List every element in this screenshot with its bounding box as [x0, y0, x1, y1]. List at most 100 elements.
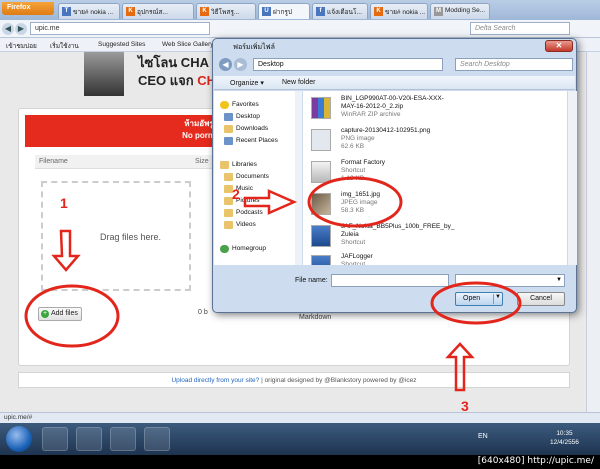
dialog-path-bar[interactable]: Desktop [253, 58, 443, 71]
nav-desktop[interactable]: Desktop [224, 113, 260, 121]
url-bar[interactable]: upic.me [30, 22, 210, 35]
library-icon [220, 161, 229, 169]
bookmark-item[interactable]: เริ่มใช้งาน [50, 41, 79, 51]
step-number-1: 1 [60, 195, 68, 211]
shortcut-icon [311, 255, 331, 265]
site-icon: K [374, 7, 383, 16]
footer-link[interactable]: Upload directly from your site? [171, 377, 259, 384]
browser-search-input[interactable]: Delta Search [470, 22, 570, 35]
add-files-button[interactable]: + Add files [38, 307, 82, 321]
file-item[interactable]: JAFLogger Shortcut [311, 253, 561, 265]
tab-4-active[interactable]: U ฝากรูป [258, 3, 310, 19]
new-folder-button[interactable]: New folder [282, 79, 315, 86]
page-footer: Upload directly from your site? | origin… [18, 372, 570, 388]
dialog-title: ฟอร์มเพิ่มไฟล์ [233, 44, 275, 51]
recent-places-icon [224, 137, 233, 145]
star-icon [220, 101, 229, 109]
tab-3[interactable]: K วิธีโพสรู... [196, 3, 256, 19]
nav-favorites[interactable]: Favorites [220, 101, 259, 109]
open-button[interactable]: Open ▼ [455, 292, 503, 306]
nav-libraries[interactable]: Libraries [220, 161, 257, 169]
desktop-screen: Firefox T ขาย# nokia ... K อุปกรณ์ส... K วิ… [0, 0, 600, 469]
browser-tab-bar: Firefox T ขาย# nokia ... K อุปกรณ์ส... K วิ… [0, 0, 600, 20]
file-item[interactable]: JAF_Nokia_BB5Plus_100b_FREE_by_ Zuleia S… [311, 223, 561, 255]
bookmark-item[interactable]: เข้าชมบ่อย [6, 41, 37, 51]
nav-pictures[interactable]: Pictures [224, 197, 259, 205]
nav-videos[interactable]: Videos [224, 221, 256, 229]
site-icon: f [316, 7, 325, 16]
step-number-3: 3 [461, 398, 469, 414]
filename-label: File name: [295, 277, 328, 284]
chevron-down-icon: ▼ [556, 277, 562, 283]
col-size: Size [195, 158, 209, 165]
explorer-icon[interactable] [76, 427, 102, 451]
shortcut-icon [311, 225, 331, 247]
file-item[interactable]: capture-20130412-102951.png PNG image 62… [311, 127, 561, 159]
banner-photo [84, 52, 124, 96]
png-file-icon [311, 129, 331, 151]
file-item[interactable]: Format Factory Shortcut 1.13 KB [311, 159, 561, 191]
file-item-img-1651[interactable]: img_1651.jpg JPEG image 58.3 KB [311, 191, 561, 223]
podcasts-icon [224, 209, 233, 217]
cancel-button[interactable]: Cancel [517, 292, 565, 306]
file-list-scrollbar[interactable] [567, 91, 577, 265]
chevron-down-icon[interactable]: ▼ [493, 294, 502, 304]
browser-nav-bar: ◀ ▶ upic.me Delta Search [0, 20, 600, 38]
nav-podcasts[interactable]: Podcasts [224, 209, 263, 217]
firefox-menu-button[interactable]: Firefox [2, 2, 54, 15]
bookmark-item[interactable]: Suggested Sites [98, 41, 145, 48]
site-icon: U [262, 7, 271, 16]
filename-input[interactable] [331, 274, 449, 287]
dialog-toolbar: Organize ▾ New folder [214, 76, 575, 90]
jpeg-file-icon [311, 193, 331, 215]
dialog-file-list: BIN_LGP990AT-00-V20i-ESA-XXX- MAY-16-201… [303, 91, 567, 265]
close-icon[interactable]: ✕ [545, 40, 573, 52]
desktop-icon [224, 113, 233, 121]
forward-arrow-icon[interactable]: ▶ [234, 58, 247, 71]
dialog-search-input[interactable]: Search Desktop [455, 58, 573, 71]
browser-status-bar: upic.me/# [0, 412, 600, 423]
app-icon[interactable] [144, 427, 170, 451]
nav-recent[interactable]: Recent Places [224, 137, 278, 145]
file-type-select[interactable]: ▼ [455, 274, 565, 287]
col-filename: Filename [39, 158, 68, 165]
ie-icon[interactable] [42, 427, 68, 451]
nav-homegroup[interactable]: Homegroup [220, 245, 266, 253]
language-indicator[interactable]: EN [478, 433, 488, 440]
zip-file-icon [311, 97, 331, 119]
videos-icon [224, 221, 233, 229]
total-size: 0 b [198, 309, 208, 316]
watermark: [640x480] http://upic.me/ [0, 455, 600, 469]
windows-taskbar: EN 10:35 12/4/2556 [0, 423, 600, 455]
drop-zone-text: Drag files here. [100, 232, 162, 242]
back-arrow-icon[interactable]: ◀ [2, 23, 14, 35]
step-number-2: 2 [232, 186, 240, 202]
tab-5[interactable]: f แจ้งเตือนโ... [312, 3, 368, 19]
site-icon: M [434, 7, 443, 16]
nav-scrollbar[interactable] [295, 91, 302, 265]
back-arrow-icon[interactable]: ◀ [219, 58, 232, 71]
nav-downloads[interactable]: Downloads [224, 125, 268, 133]
forward-arrow-icon[interactable]: ▶ [15, 23, 27, 35]
firefox-icon[interactable] [110, 427, 136, 451]
organize-menu[interactable]: Organize ▾ [230, 79, 264, 87]
start-button[interactable] [6, 426, 32, 452]
dialog-nav-pane: Favorites Desktop Downloads Recent Place… [214, 91, 302, 265]
site-icon: K [200, 7, 209, 16]
nav-documents[interactable]: Documents [224, 173, 269, 181]
file-open-dialog: ฟอร์มเพิ่มไฟล์ ✕ ◀ ▶ Desktop Search Desk… [212, 38, 577, 313]
tab-1[interactable]: T ขาย# nokia ... [58, 3, 120, 19]
file-item[interactable]: BIN_LGP990AT-00-V20i-ESA-XXX- MAY-16-201… [311, 95, 561, 127]
format-factory-icon [311, 161, 331, 183]
site-icon: T [62, 7, 71, 16]
documents-icon [224, 173, 233, 181]
markdown-label: Markdown [299, 314, 332, 321]
bookmark-item[interactable]: Web Slice Gallery [162, 41, 214, 48]
clock[interactable]: 10:35 12/4/2556 [550, 429, 579, 447]
plus-icon: + [41, 310, 49, 318]
tab-2[interactable]: K อุปกรณ์ส... [122, 3, 194, 19]
tab-7[interactable]: M Modding Se... [430, 3, 490, 19]
page-scrollbar[interactable] [586, 52, 600, 412]
tab-6[interactable]: K ขาย# nokia ... [370, 3, 428, 19]
downloads-icon [224, 125, 233, 133]
